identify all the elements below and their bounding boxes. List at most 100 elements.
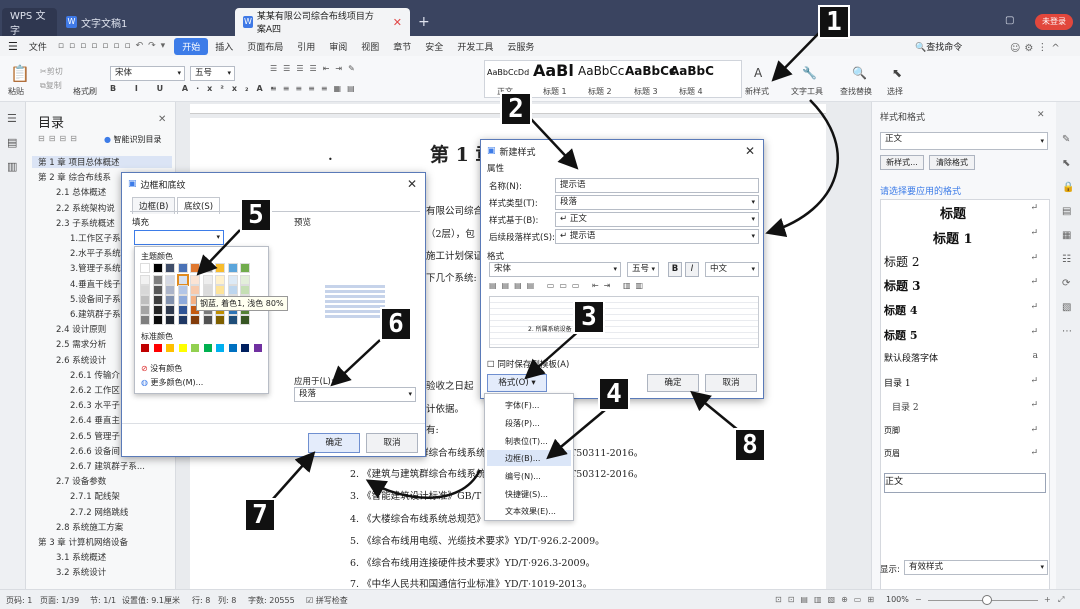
toc-item[interactable]: 1.工作区子系 xyxy=(70,232,121,244)
font-size-select[interactable]: 五号 ▾ xyxy=(190,66,235,81)
color-swatch[interactable] xyxy=(240,275,250,285)
color-swatch[interactable] xyxy=(152,263,163,273)
color-swatch[interactable] xyxy=(152,285,163,295)
color-swatch[interactable] xyxy=(152,295,163,305)
zoom-slider-handle[interactable] xyxy=(982,595,992,605)
toc-item[interactable]: 2.1 总体概述 xyxy=(56,186,106,198)
color-swatch[interactable] xyxy=(176,274,189,286)
color-swatch[interactable] xyxy=(227,315,238,325)
toc-item[interactable]: 2.7.1 配线架 xyxy=(70,490,120,502)
find-icon[interactable]: 🔍 xyxy=(852,66,867,80)
ok-button[interactable]: 确定 xyxy=(647,374,699,392)
menu-cloud[interactable]: 云服务 xyxy=(500,40,541,53)
color-swatch[interactable] xyxy=(165,263,175,273)
text-tools-button[interactable]: 文字工具 xyxy=(791,86,823,97)
menu-text-effect[interactable]: 文本效果(E)... xyxy=(505,506,556,517)
toc-item[interactable]: 2.3 子系统概述 xyxy=(56,217,115,229)
menu-icon[interactable]: ☰ xyxy=(8,40,18,53)
style-list-item[interactable]: 页脚 ↵ xyxy=(884,425,1046,445)
new-style-button[interactable]: 新样式 xyxy=(745,86,769,97)
menu-references[interactable]: 引用 xyxy=(290,40,322,53)
show-select[interactable]: 有效样式 ▾ xyxy=(904,560,1048,575)
toc-item[interactable]: 2.6.6 设备间 xyxy=(70,445,120,457)
paste-button[interactable]: 粘贴 xyxy=(8,86,24,97)
settings-icon[interactable]: ☺⚙︙^ xyxy=(1010,39,1064,54)
font-format-buttons[interactable]: B I U A·x²x₂A· xyxy=(110,84,282,93)
color-swatch[interactable] xyxy=(240,285,250,295)
color-swatch[interactable] xyxy=(178,344,187,352)
menu-numbering[interactable]: 编号(N)... xyxy=(505,471,541,482)
style-list-item[interactable]: 默认段落字体 a xyxy=(884,351,1046,371)
menu-shortcut[interactable]: 快捷键(S)... xyxy=(505,489,548,500)
color-swatch[interactable] xyxy=(140,295,150,305)
menu-insert[interactable]: 插入 xyxy=(208,40,240,53)
toc-item[interactable]: 第 2 章 综合布线系 xyxy=(38,171,111,183)
no-color-option[interactable]: ⊘ 没有颜色 xyxy=(141,363,182,374)
style-list-item[interactable]: 正文 xyxy=(884,473,1046,493)
close-icon[interactable]: ✕ xyxy=(1037,110,1045,120)
smart-toc-button[interactable]: ● 智能识别目录 xyxy=(104,134,162,145)
size-select[interactable]: 五号 ▾ xyxy=(627,262,659,277)
color-swatch[interactable] xyxy=(141,344,149,352)
close-tab-icon[interactable]: ✕ xyxy=(393,16,402,29)
color-swatch[interactable] xyxy=(202,285,213,295)
toc-item[interactable]: 2.5 需求分析 xyxy=(56,338,106,350)
color-swatch[interactable] xyxy=(153,344,162,352)
cancel-button[interactable]: 取消 xyxy=(366,433,418,453)
toc-item[interactable]: 2.7.2 网络跳线 xyxy=(70,506,128,518)
toc-item[interactable]: 3.1 系统概述 xyxy=(56,551,106,563)
style-list-item[interactable]: 标题 2 ↵ xyxy=(884,253,1046,273)
close-icon[interactable]: ✕ xyxy=(158,114,166,125)
toc-control-icons[interactable]: ⊟⊟⊟⊟ xyxy=(38,134,81,143)
toc-item[interactable]: 2.6.2 工作区 xyxy=(70,384,120,396)
color-swatch[interactable] xyxy=(240,263,250,273)
color-swatch[interactable] xyxy=(215,315,225,325)
bookmark-icon[interactable]: ▤ xyxy=(7,136,17,149)
toc-item[interactable]: 3.管理子系统 xyxy=(70,262,121,274)
more-colors-option[interactable]: ◍ 更多颜色(M)... xyxy=(141,377,203,388)
style-list-item[interactable]: 目录 2 ↵ xyxy=(884,400,1046,420)
color-swatch[interactable] xyxy=(177,315,188,325)
style-sample-normal[interactable]: AaBbCcDd xyxy=(487,68,529,77)
toc-item[interactable]: 2.水平子系统 xyxy=(70,247,121,259)
login-button[interactable]: 未登录 xyxy=(1035,14,1073,30)
menu-font[interactable]: 字体(F)... xyxy=(505,400,539,411)
close-icon[interactable]: ✕ xyxy=(745,144,755,158)
color-swatch[interactable] xyxy=(140,285,150,295)
cancel-button[interactable]: 取消 xyxy=(705,374,757,392)
color-swatch[interactable] xyxy=(203,344,212,352)
style-sample-h3[interactable]: AaBbCc xyxy=(625,64,676,78)
new-tab-button[interactable]: + xyxy=(418,14,430,30)
color-swatch[interactable] xyxy=(241,344,249,352)
menu-home[interactable]: 开始 xyxy=(174,37,209,55)
style-list-item[interactable]: 标题 4 ↵ xyxy=(884,302,1046,322)
quick-access-icons[interactable]: ▫▫▫▫▫▫▫↶↷▾ xyxy=(58,41,170,51)
status-words[interactable]: 字数: 20555 xyxy=(248,595,295,606)
tab-active-document[interactable]: W 某某有限公司综合布线项目方案A四 ✕ xyxy=(235,8,410,36)
color-swatch[interactable] xyxy=(165,275,175,285)
based-on-select[interactable]: ↵ 正文 ▾ xyxy=(555,212,759,227)
style-list-item[interactable]: 标题 3 ↵ xyxy=(884,277,1046,297)
menu-security[interactable]: 安全 xyxy=(418,40,450,53)
color-swatch[interactable] xyxy=(227,263,238,273)
cut-button[interactable]: ✂剪切 xyxy=(40,66,63,77)
menu-file[interactable]: 文件 xyxy=(22,40,54,53)
color-swatch[interactable] xyxy=(190,275,200,285)
color-swatch[interactable] xyxy=(228,344,237,352)
color-swatch[interactable] xyxy=(165,305,175,315)
search-command[interactable]: 🔍查找命令 xyxy=(915,40,962,53)
toc-item[interactable]: 2.6 系统设计 xyxy=(56,354,106,366)
tab-wps-home[interactable]: WPS 文字 xyxy=(2,8,57,37)
color-swatch[interactable] xyxy=(152,275,163,285)
color-swatch[interactable] xyxy=(152,315,163,325)
color-swatch[interactable] xyxy=(177,285,188,295)
toc-item[interactable]: 2.6.7 建筑群子系... xyxy=(70,460,145,472)
menu-paragraph[interactable]: 段落(P)... xyxy=(505,418,540,429)
color-swatch[interactable] xyxy=(190,285,200,295)
style-sample-h2[interactable]: AaBbCc xyxy=(578,64,624,78)
alignment-buttons[interactable]: ≡≡≡≡≡▦▤ xyxy=(270,84,361,93)
menu-tabs[interactable]: 制表位(T)... xyxy=(505,436,548,447)
style-list-item[interactable]: 标题 1 ↵ xyxy=(884,228,1046,248)
language-select[interactable]: 中文 ▾ xyxy=(705,262,759,277)
format-dropdown-button[interactable]: 格式(O) ▾ xyxy=(487,374,547,392)
